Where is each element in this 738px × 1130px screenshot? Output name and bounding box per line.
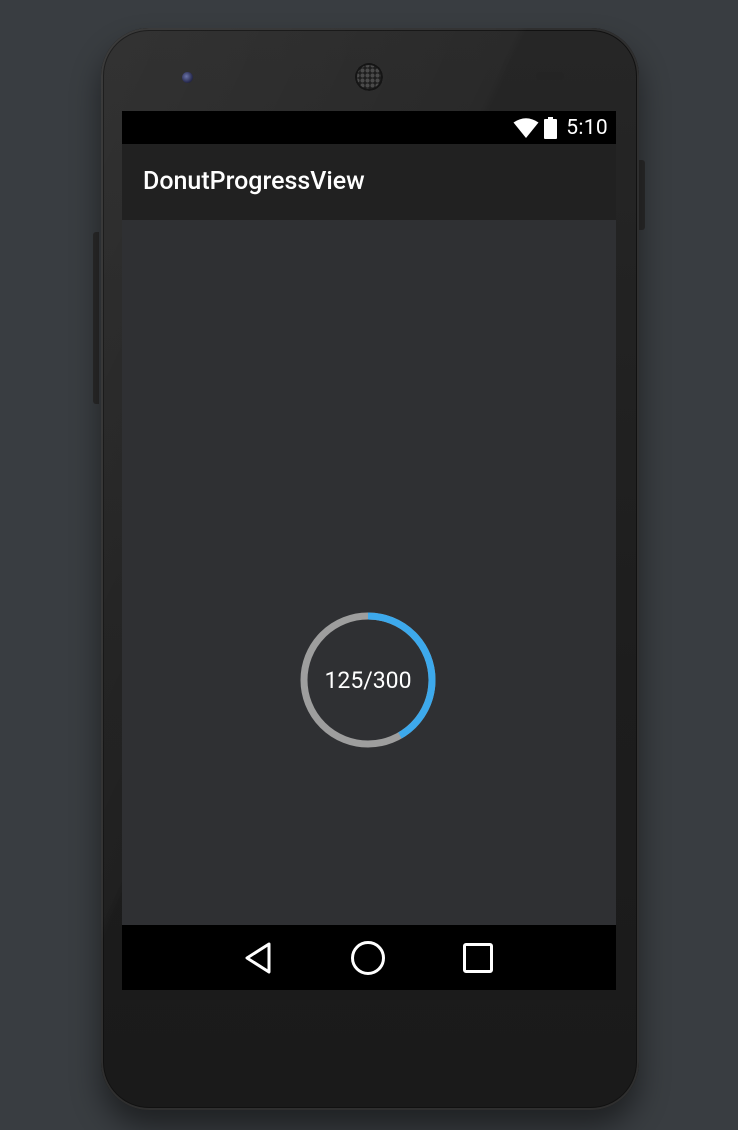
status-icons: 5:10 (513, 111, 608, 144)
back-icon (245, 942, 271, 973)
recent-apps-icon (463, 942, 493, 973)
wifi-icon (513, 117, 539, 138)
volume-button (93, 232, 99, 404)
home-icon (351, 940, 385, 975)
navigation-bar (122, 925, 616, 990)
front-camera (182, 72, 193, 83)
app-bar: DonutProgressView (122, 144, 616, 220)
donut-progress-view: 125/300 (298, 610, 438, 750)
earpiece-speaker (355, 63, 383, 91)
recent-apps-button[interactable] (438, 925, 518, 990)
home-button[interactable] (328, 925, 408, 990)
power-button (639, 160, 645, 230)
battery-icon (544, 116, 558, 139)
back-button[interactable] (218, 925, 298, 990)
app-title: DonutProgressView (143, 167, 365, 196)
page: 5:10 DonutProgressView 125/300 (0, 0, 738, 1130)
status-bar: 5:10 (122, 111, 616, 144)
proximity-sensor (536, 72, 564, 80)
donut-progress-label: 125/300 (324, 666, 412, 694)
phone-screen: 5:10 DonutProgressView 125/300 (122, 111, 616, 990)
status-time: 5:10 (566, 115, 608, 140)
main-content: 125/300 (122, 220, 616, 925)
